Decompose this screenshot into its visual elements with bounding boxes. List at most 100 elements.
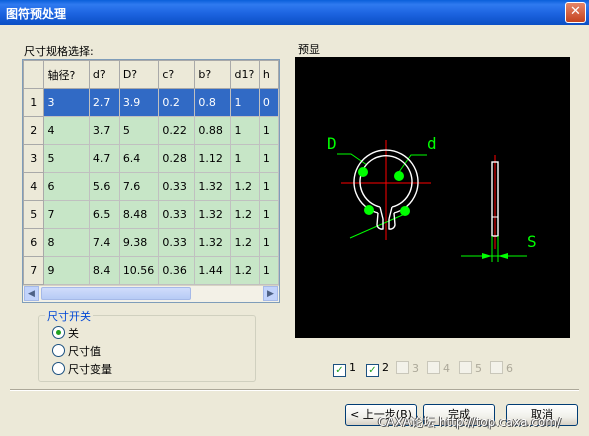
checkbox [459,361,472,374]
table-cell[interactable]: 0.33 [158,172,196,201]
table-row[interactable]: 3 5 4.7 6.4 0.28 1.12 1 1 [23,144,279,173]
lug-dot [394,171,404,181]
table-cell[interactable]: 1 [230,116,260,145]
checkbox[interactable]: ✓ [366,364,379,377]
radio-button[interactable] [52,326,65,339]
table-cell[interactable]: 10.56 [118,256,160,285]
scroll-left-button[interactable]: ◀ [24,286,39,301]
table-cell[interactable]: 0.33 [158,200,196,229]
table-cell[interactable]: 6.4 [118,144,160,173]
table-row[interactable]: 6 8 7.4 9.38 0.33 1.32 1.2 1 [23,228,279,257]
table-row[interactable]: 5 7 6.5 8.48 0.33 1.32 1.2 1 [23,200,279,229]
row-number[interactable]: 3 [23,144,45,173]
table-cell[interactable]: 1.32 [194,200,232,229]
table-cell[interactable]: 0.8 [194,88,232,117]
table-cell[interactable]: 1 [258,116,279,145]
radio-button[interactable] [52,362,65,375]
row-number[interactable]: 2 [23,116,45,145]
table-cell[interactable]: 0.22 [158,116,196,145]
table-cell[interactable]: 1 [258,172,279,201]
table-cell[interactable]: 3.7 [88,116,120,145]
table-row[interactable]: 2 4 3.7 5 0.22 0.88 1 1 [23,116,279,145]
table-row[interactable]: 1 3 2.7 3.9 0.2 0.8 1 0 [23,88,279,117]
column-header[interactable]: D? [118,60,160,89]
radio-button[interactable] [52,344,65,357]
table-cell[interactable]: 9 [43,256,90,285]
table-cell[interactable]: 1 [258,228,279,257]
table-cell[interactable]: 7.4 [88,228,120,257]
table-cell[interactable]: 1.2 [230,200,260,229]
table-cell[interactable]: 5 [43,144,90,173]
table-cell[interactable]: 1.32 [194,228,232,257]
table-cell[interactable]: 1 [230,88,260,117]
table-cell[interactable]: 7.6 [118,172,160,201]
table-row[interactable]: 7 9 8.4 10.56 0.36 1.44 1.2 1 [23,256,279,285]
table-cell[interactable]: 2.7 [88,88,120,117]
table-cell[interactable]: 6.5 [88,200,120,229]
table-cell[interactable]: 5 [118,116,160,145]
row-number[interactable]: 1 [23,88,45,117]
table-cell[interactable]: 1.44 [194,256,232,285]
table-cell[interactable]: 0.2 [158,88,196,117]
table-cell[interactable]: 0.88 [194,116,232,145]
table-cell[interactable]: 1.2 [230,256,260,285]
table-cell[interactable]: 1.2 [230,172,260,201]
table-cell[interactable]: 1 [258,144,279,173]
table-cell[interactable]: 8.4 [88,256,120,285]
row-number[interactable]: 5 [23,200,45,229]
table-row[interactable]: 4 6 5.6 7.6 0.33 1.32 1.2 1 [23,172,279,201]
table-cell[interactable]: 8.48 [118,200,160,229]
table-cell[interactable]: 0.28 [158,144,196,173]
size-spec-table: 轴径? d? D? c? b? d1? h 1 3 2.7 3.9 0.2 0.… [23,60,279,285]
dimension-switch-group: 尺寸开关 关 尺寸值 尺寸变量 [38,308,256,382]
table-cell[interactable]: 5.6 [88,172,120,201]
column-header[interactable]: h [258,60,279,89]
table-cell[interactable]: 1 [258,256,279,285]
table-cell[interactable]: 9.38 [118,228,160,257]
table-cell[interactable]: 0.33 [158,228,196,257]
view-checkbox-1[interactable]: ✓ 1 [333,361,356,377]
radio-dimension-variable[interactable]: 尺寸变量 [52,361,112,377]
view-checkbox-5: 5 [459,361,482,375]
radio-off[interactable]: 关 [52,325,79,341]
table-cell[interactable]: 1 [258,200,279,229]
row-number[interactable]: 7 [23,256,45,285]
column-header[interactable]: d1? [230,60,260,89]
table-cell[interactable]: 1 [230,144,260,173]
column-header[interactable]: d? [88,60,120,89]
row-number[interactable]: 4 [23,172,45,201]
radio-dimension-value[interactable]: 尺寸值 [52,343,101,359]
checkbox-label: 3 [412,362,419,375]
table-cell[interactable]: 0.36 [158,256,196,285]
table-cell[interactable]: 1.2 [230,228,260,257]
checkbox-label: 4 [443,362,450,375]
table-cell[interactable]: 1.12 [194,144,232,173]
dim-label-S: S [527,232,537,251]
horizontal-scrollbar[interactable]: ◀ ▶ [23,285,279,302]
preview-canvas[interactable]: D d S [295,57,570,338]
scroll-right-button[interactable]: ▶ [263,286,278,301]
size-spec-grid[interactable]: 轴径? d? D? c? b? d1? h 1 3 2.7 3.9 0.2 0.… [22,59,280,303]
checkbox [427,361,440,374]
checkbox[interactable]: ✓ [333,364,346,377]
table-cell[interactable]: 4.7 [88,144,120,173]
table-cell[interactable]: 3.9 [118,88,160,117]
dimension-switch-title: 尺寸开关 [45,308,93,324]
column-header[interactable]: c? [158,60,196,89]
close-button[interactable]: ✕ [565,2,586,23]
table-cell[interactable]: 8 [43,228,90,257]
table-cell[interactable]: 6 [43,172,90,201]
table-cell[interactable]: 4 [43,116,90,145]
table-cell[interactable]: 3 [43,88,90,117]
dim-label-d: d [427,134,437,153]
table-cell[interactable]: 7 [43,200,90,229]
table-cell[interactable]: 0 [258,88,279,117]
column-header[interactable]: 轴径? [43,60,90,89]
row-number[interactable]: 6 [23,228,45,257]
watermark: CAXA论坛 http://top.caxa.com/ [378,415,561,429]
column-header[interactable]: b? [194,60,232,89]
table-cell[interactable]: 1.32 [194,172,232,201]
view-checkbox-2[interactable]: ✓ 2 [366,361,389,377]
scroll-thumb[interactable] [41,287,191,300]
radio-label: 关 [68,327,79,340]
